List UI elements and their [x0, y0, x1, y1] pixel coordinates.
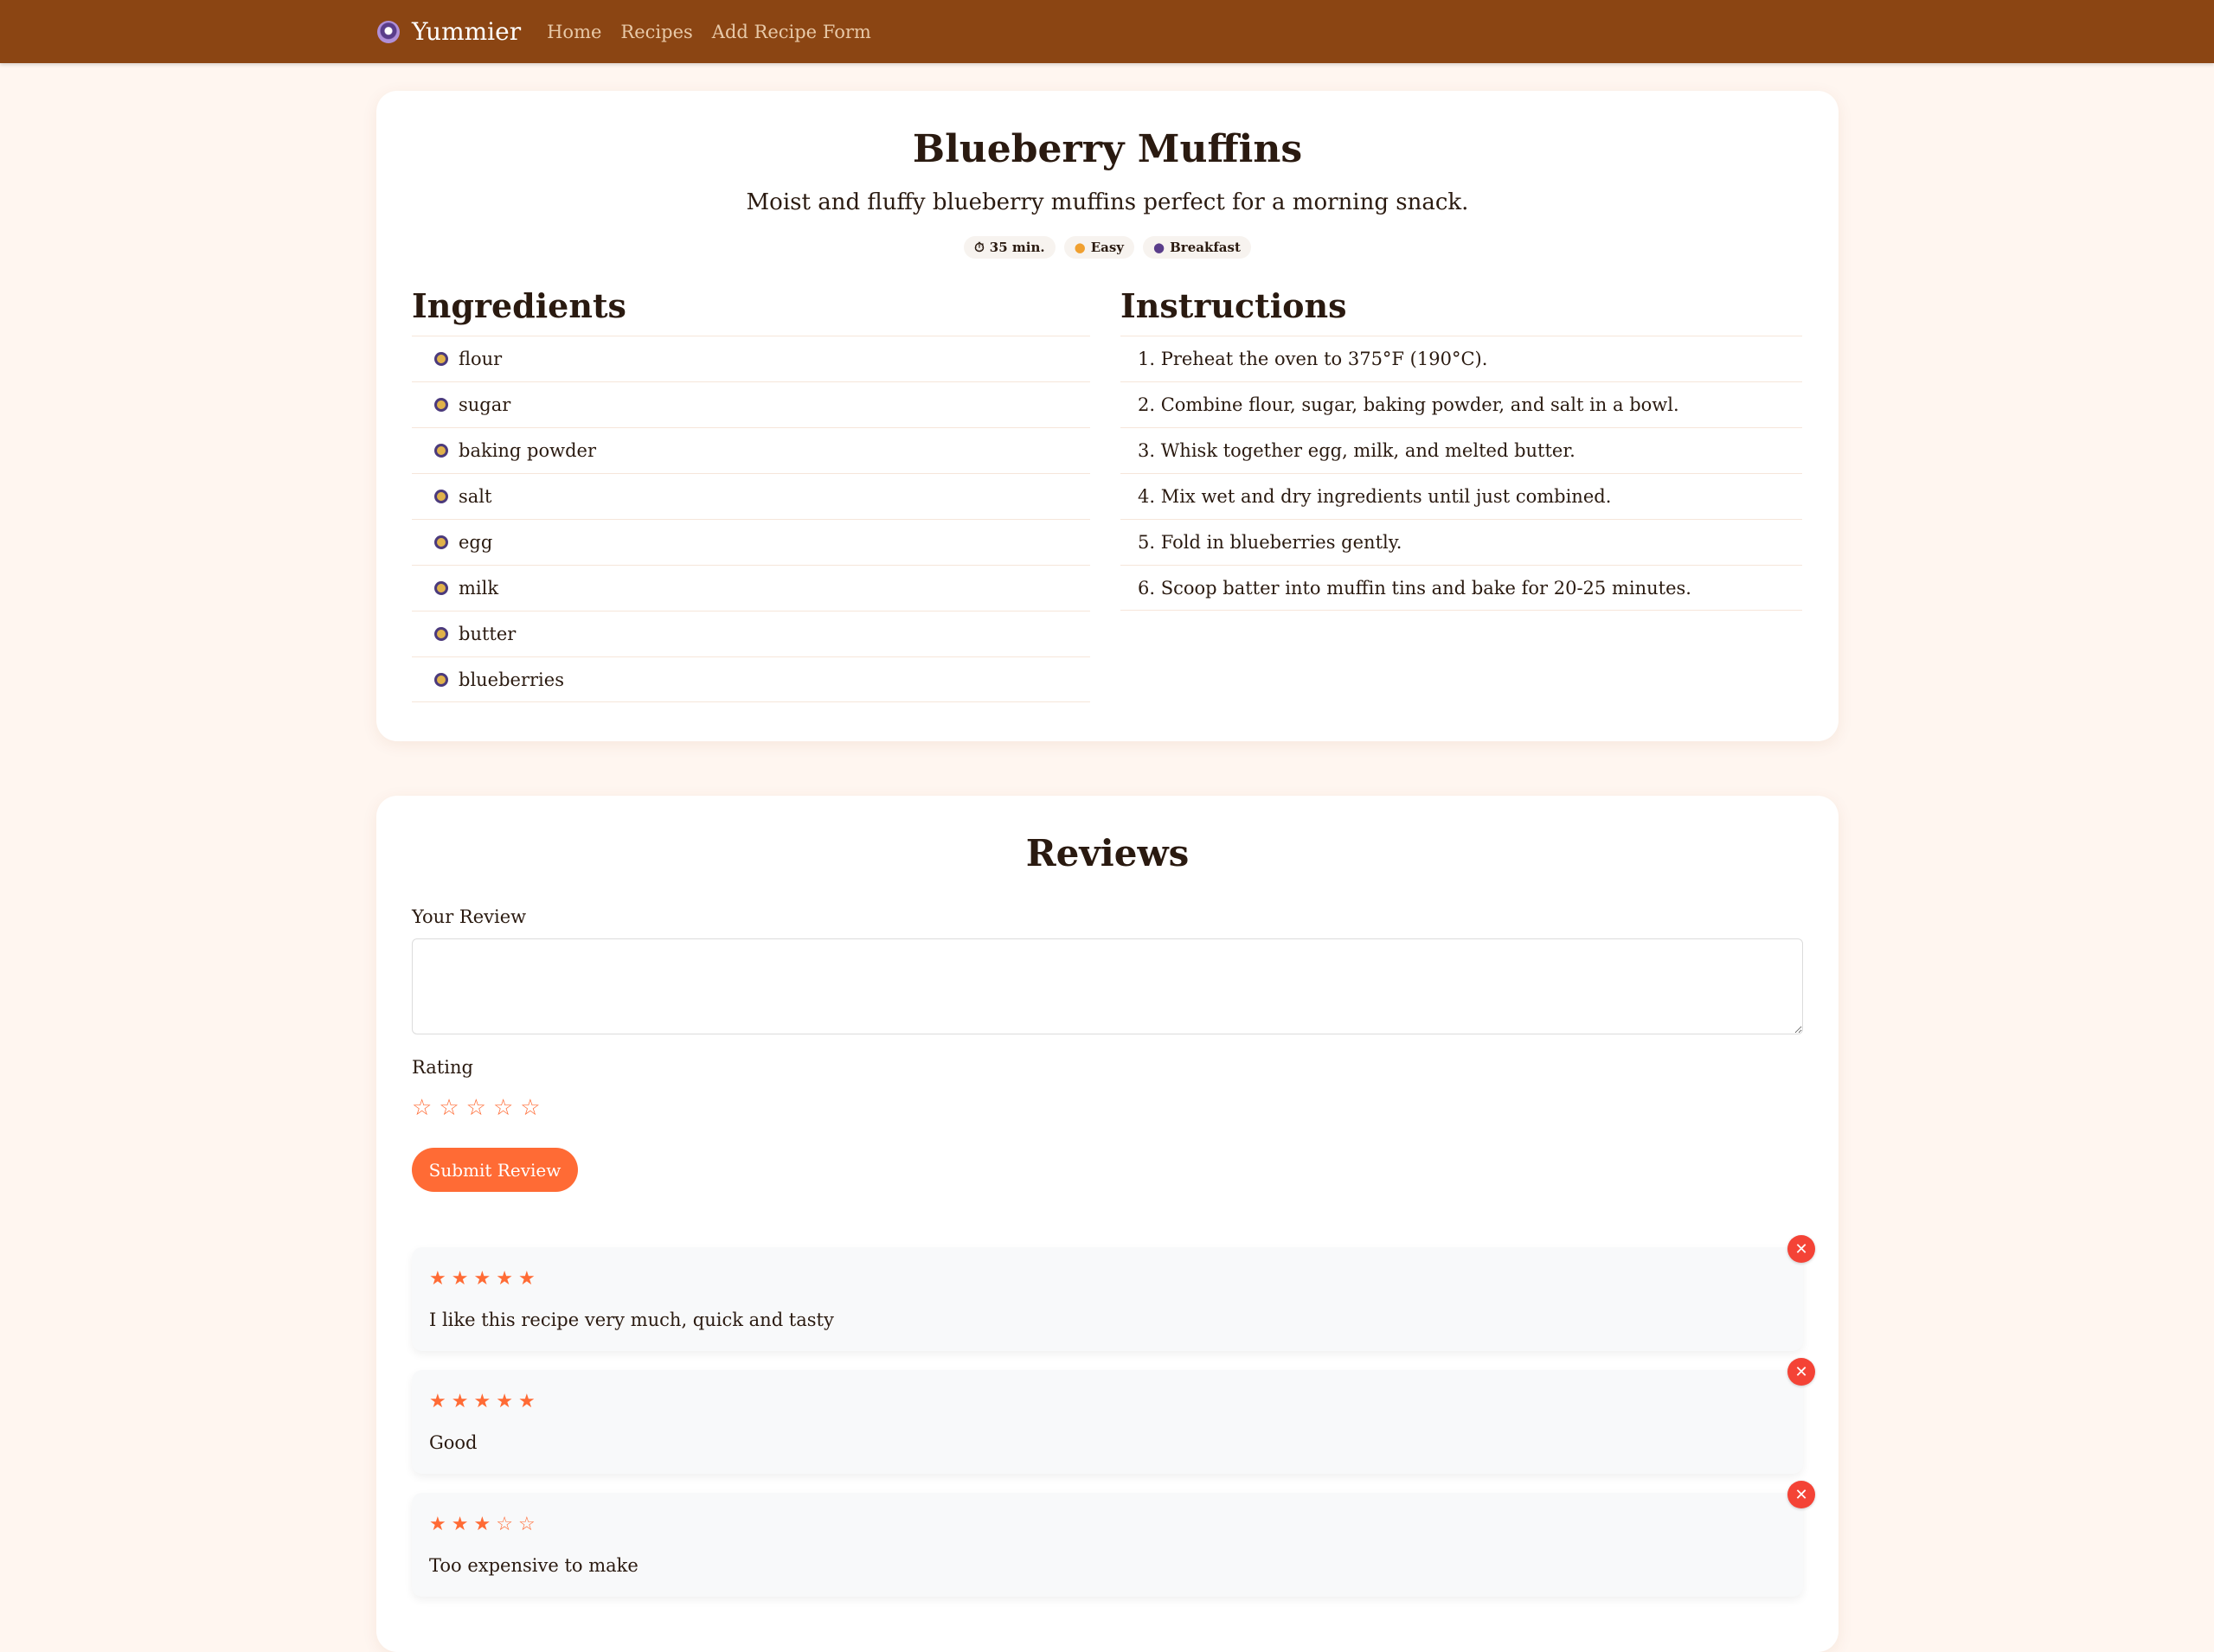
instruction-step: 2. Combine flour, sugar, baking powder, … [1120, 381, 1802, 427]
submit-review-button[interactable]: Submit Review [412, 1148, 578, 1192]
ingredient-label: egg [459, 532, 493, 553]
magnifier-icon: ● [1153, 240, 1165, 255]
delete-review-button[interactable]: ✕ [1787, 1235, 1815, 1263]
review-text: Too expensive to make [429, 1555, 639, 1576]
rating-star-4-icon[interactable]: ☆ [493, 1097, 513, 1119]
nav-inner: Yummier Home Recipes Add Recipe Form [377, 0, 890, 63]
star-filled-icon: ★ [517, 1268, 536, 1290]
recipe-card: Blueberry Muffins Moist and fluffy blueb… [376, 91, 1839, 741]
review-stars: ★ ★ ★ ★ ★ [429, 1393, 536, 1412]
instruction-step: 6. Scoop batter into muffin tins and bak… [1120, 565, 1802, 611]
difficulty-badge-label: Easy [1090, 240, 1125, 255]
ingredients-heading: Ingredients [412, 286, 626, 325]
star-filled-icon: ★ [429, 1514, 446, 1535]
navbar: Yummier Home Recipes Add Recipe Form [0, 0, 2214, 63]
nav-link-home[interactable]: Home [547, 22, 601, 42]
ingredient-label: butter [459, 624, 517, 644]
timer-icon: ⏱ [974, 240, 985, 255]
bullet-icon [434, 398, 448, 412]
star-empty-icon: ☆ [496, 1514, 513, 1535]
ingredient-label: blueberries [459, 669, 564, 690]
close-icon: ✕ [1794, 1362, 1808, 1381]
reviews-title: Reviews [1025, 832, 1190, 874]
nav-link-add-recipe-form[interactable]: Add Recipe Form [712, 22, 871, 42]
time-badge-label: 35 min. [989, 240, 1045, 255]
instruction-step: 1. Preheat the oven to 375°F (190°C). [1120, 336, 1802, 381]
instructions-heading: Instructions [1120, 286, 1347, 325]
ingredient-label: sugar [459, 394, 511, 415]
instruction-step: 3. Whisk together egg, milk, and melted … [1120, 427, 1802, 473]
brand-name: Yummier [412, 17, 522, 46]
ingredient-item: baking powder [412, 427, 1090, 473]
review-item: ★ ★ ★ ☆ ☆ Too expensive to make ✕ [412, 1481, 1815, 1597]
bullet-icon [434, 581, 448, 595]
ingredient-label: baking powder [459, 440, 597, 461]
review-text: I like this recipe very much, quick and … [429, 1309, 834, 1330]
star-filled-icon: ★ [451, 1514, 469, 1535]
logo-icon [377, 20, 400, 43]
star-filled-icon: ★ [473, 1391, 491, 1412]
rating-star-3-icon[interactable]: ☆ [466, 1097, 486, 1119]
bullet-icon [434, 535, 448, 549]
rating-star-2-icon[interactable]: ☆ [439, 1097, 459, 1119]
ingredient-item: butter [412, 611, 1090, 656]
reviews-card: Reviews Your Review Rating ☆ ☆ ☆ ☆ ☆ Sub… [376, 796, 1839, 1652]
bullet-icon [434, 352, 448, 366]
bullet-icon [434, 490, 448, 503]
ingredient-item: blueberries [412, 656, 1090, 702]
review-item: ★ ★ ★ ★ ★ Good ✕ [412, 1358, 1815, 1474]
rating-star-5-icon[interactable]: ☆ [520, 1097, 540, 1119]
star-filled-icon: ★ [429, 1391, 446, 1412]
delete-review-button[interactable]: ✕ [1787, 1358, 1815, 1386]
fire-icon: ● [1074, 240, 1086, 255]
bullet-icon [434, 672, 448, 687]
review-stars: ★ ★ ★ ☆ ☆ [429, 1515, 536, 1534]
bullet-icon [434, 444, 448, 458]
instructions-list: 1. Preheat the oven to 375°F (190°C). 2.… [1120, 336, 1802, 611]
star-filled-icon: ★ [517, 1391, 536, 1412]
bullet-icon [434, 627, 448, 641]
star-filled-icon: ★ [451, 1391, 469, 1412]
ingredient-label: milk [459, 578, 499, 599]
ingredient-item: egg [412, 519, 1090, 565]
difficulty-badge: ● Easy [1063, 236, 1135, 259]
review-item: ★ ★ ★ ★ ★ I like this recipe very much, quic… [412, 1235, 1815, 1351]
ingredient-item: flour [412, 336, 1090, 381]
instruction-step: 4. Mix wet and dry ingredients until jus… [1120, 473, 1802, 519]
close-icon: ✕ [1794, 1239, 1808, 1258]
review-text: Good [429, 1432, 478, 1453]
ingredient-item: salt [412, 473, 1090, 519]
category-badge: ● Breakfast [1143, 236, 1251, 259]
ingredient-label: flour [459, 349, 503, 369]
ingredients-list: flour sugar baking powder salt egg milk … [412, 336, 1090, 702]
time-badge: ⏱ 35 min. [964, 236, 1056, 259]
star-filled-icon: ★ [429, 1268, 446, 1290]
close-icon: ✕ [1794, 1485, 1808, 1504]
rating-label: Rating [412, 1057, 473, 1078]
review-label: Your Review [412, 906, 527, 927]
ingredient-item: milk [412, 565, 1090, 611]
star-filled-icon: ★ [473, 1514, 491, 1535]
star-empty-icon: ☆ [517, 1514, 536, 1535]
star-filled-icon: ★ [496, 1268, 513, 1290]
recipe-badges: ⏱ 35 min. ● Easy ● Breakfast [376, 236, 1839, 259]
star-filled-icon: ★ [451, 1268, 469, 1290]
rating-input: ☆ ☆ ☆ ☆ ☆ [412, 1097, 541, 1119]
review-stars: ★ ★ ★ ★ ★ [429, 1270, 536, 1289]
star-filled-icon: ★ [473, 1268, 491, 1290]
recipe-title: Blueberry Muffins [912, 127, 1303, 171]
recipe-description: Moist and fluffy blueberry muffins perfe… [746, 189, 1469, 215]
instruction-step: 5. Fold in blueberries gently. [1120, 519, 1802, 565]
nav-link-recipes[interactable]: Recipes [620, 22, 692, 42]
delete-review-button[interactable]: ✕ [1787, 1481, 1815, 1508]
brand-link[interactable]: Yummier [377, 17, 521, 46]
rating-star-1-icon[interactable]: ☆ [412, 1097, 432, 1119]
ingredient-item: sugar [412, 381, 1090, 427]
review-textarea[interactable] [412, 938, 1803, 1034]
star-filled-icon: ★ [496, 1391, 513, 1412]
category-badge-label: Breakfast [1170, 240, 1241, 255]
ingredient-label: salt [459, 486, 492, 507]
